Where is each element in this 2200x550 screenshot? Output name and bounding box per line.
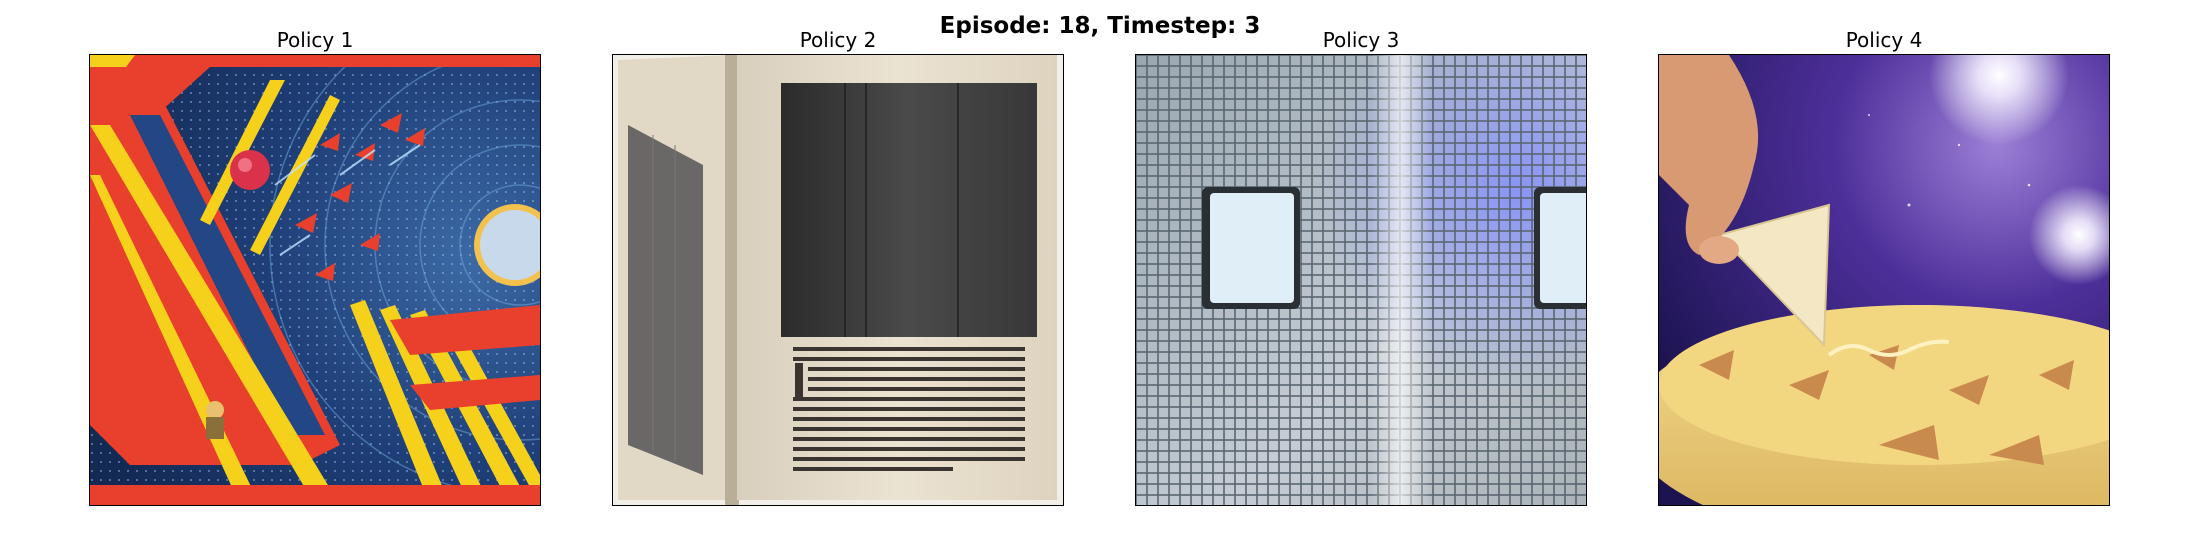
policy-panel-2: Policy 2 (612, 28, 1064, 506)
policy-1-image (89, 54, 541, 506)
policy-4-image (1658, 54, 2110, 506)
panel-title-1: Policy 1 (276, 28, 354, 52)
cake-decorating-illustration (1659, 55, 2109, 505)
policy-3-image (1135, 54, 1587, 506)
old-book-illustration (613, 55, 1063, 505)
panel-title-3: Policy 3 (1322, 28, 1400, 52)
policy-panel-3: Policy 3 (1135, 28, 1587, 506)
space-tunnel-illustration (90, 55, 540, 505)
metal-mesh-illustration (1136, 55, 1586, 505)
panel-title-2: Policy 2 (799, 28, 877, 52)
policy-2-image (612, 54, 1064, 506)
panel-title-4: Policy 4 (1845, 28, 1923, 52)
policy-panel-1: Policy 1 (89, 28, 541, 506)
policy-panel-4: Policy 4 (1658, 28, 2110, 506)
